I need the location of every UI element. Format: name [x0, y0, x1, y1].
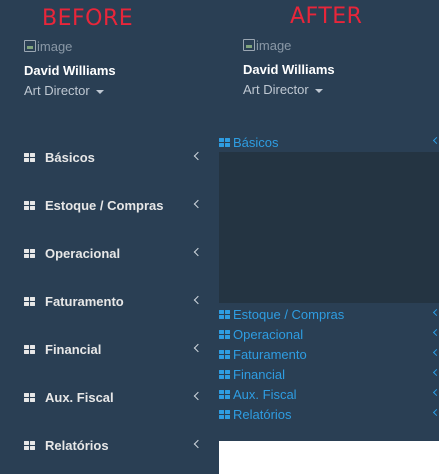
- grid-icon: [219, 389, 230, 399]
- menu-item-label: Relatórios: [45, 437, 109, 453]
- grid-icon: [219, 329, 230, 339]
- grid-icon: [24, 392, 35, 402]
- menu-item-label: Operacional: [233, 326, 304, 342]
- menu-item-operacional[interactable]: Operacional: [219, 324, 439, 344]
- menu-item-financial[interactable]: Financial: [0, 325, 219, 373]
- chevron-left-icon: [432, 368, 439, 377]
- grid-icon: [24, 296, 35, 306]
- chevron-left-icon: [432, 408, 439, 417]
- chevron-left-icon: [432, 136, 439, 145]
- menu-item-faturamento[interactable]: Faturamento: [0, 277, 219, 325]
- menu-item-label: Faturamento: [233, 346, 307, 362]
- menu-item-label: Estoque / Compras: [233, 306, 345, 322]
- grid-icon: [24, 344, 35, 354]
- after-caption: AFTER: [290, 4, 363, 29]
- menu-item-financial[interactable]: Financial: [219, 364, 439, 384]
- profile-name: David Williams: [24, 63, 116, 78]
- caret-down-icon: [95, 89, 104, 94]
- grid-icon: [219, 369, 230, 379]
- sidebar-before: BEFORE image David Williams Art Director…: [0, 0, 219, 474]
- grid-icon: [24, 200, 35, 210]
- menu-item-label: Básicos: [233, 134, 279, 150]
- chevron-left-icon: [193, 151, 203, 161]
- menu-item-label: Financial: [45, 341, 102, 357]
- menu-item-aux-fiscal[interactable]: Aux. Fiscal: [219, 384, 439, 404]
- menu-item-estoque-compras[interactable]: Estoque / Compras: [219, 304, 439, 324]
- menu-item-label: Operacional: [45, 245, 121, 261]
- menu-item-basicos[interactable]: Básicos: [219, 132, 439, 152]
- chevron-left-icon: [193, 295, 203, 305]
- chevron-left-icon: [193, 343, 203, 353]
- grid-icon: [24, 440, 35, 450]
- menu-item-label: Aux. Fiscal: [45, 389, 114, 405]
- menu-item-basicos[interactable]: Básicos: [0, 133, 219, 181]
- grid-icon: [219, 137, 230, 147]
- profile-image-alt: image: [37, 38, 73, 54]
- chevron-left-icon: [432, 348, 439, 357]
- menu-item-label: Estoque / Compras: [45, 197, 164, 213]
- profile-role-label: Art Director: [243, 82, 309, 97]
- submenu-panel: [219, 152, 439, 303]
- grid-icon: [24, 248, 35, 258]
- broken-image-icon: [24, 40, 36, 52]
- chevron-left-icon: [193, 199, 203, 209]
- chevron-left-icon: [432, 308, 439, 317]
- menu-item-label: Básicos: [45, 149, 95, 165]
- menu-item-label: Aux. Fiscal: [233, 386, 297, 402]
- menu-item-label: Relatórios: [233, 406, 292, 422]
- menu-item-label: Faturamento: [45, 293, 124, 309]
- menu-item-estoque-compras[interactable]: Estoque / Compras: [0, 181, 219, 229]
- profile-image: image: [243, 37, 291, 53]
- grid-icon: [219, 349, 230, 359]
- profile-image-alt: image: [256, 37, 292, 53]
- grid-icon: [24, 152, 35, 162]
- profile-role-dropdown[interactable]: Art Director: [24, 83, 104, 98]
- chevron-left-icon: [193, 391, 203, 401]
- caret-down-icon: [314, 88, 323, 93]
- chevron-left-icon: [432, 388, 439, 397]
- profile-name: David Williams: [243, 62, 335, 77]
- menu-item-faturamento[interactable]: Faturamento: [219, 344, 439, 364]
- profile-role-dropdown[interactable]: Art Director: [243, 82, 323, 97]
- chevron-left-icon: [193, 247, 203, 257]
- grid-icon: [219, 309, 230, 319]
- profile-image: image: [24, 38, 72, 54]
- broken-image-icon: [243, 39, 255, 51]
- menu-item-aux-fiscal[interactable]: Aux. Fiscal: [0, 373, 219, 421]
- sidebar-after: AFTER image David Williams Art Director …: [219, 0, 439, 441]
- menu-item-relatorios[interactable]: Relatórios: [0, 421, 219, 469]
- grid-icon: [219, 409, 230, 419]
- chevron-left-icon: [432, 328, 439, 337]
- chevron-left-icon: [193, 439, 203, 449]
- menu-item-relatorios[interactable]: Relatórios: [219, 404, 439, 424]
- menu-item-label: Financial: [233, 366, 286, 382]
- profile-role-label: Art Director: [24, 83, 90, 98]
- menu-item-operacional[interactable]: Operacional: [0, 229, 219, 277]
- before-caption: BEFORE: [42, 6, 134, 31]
